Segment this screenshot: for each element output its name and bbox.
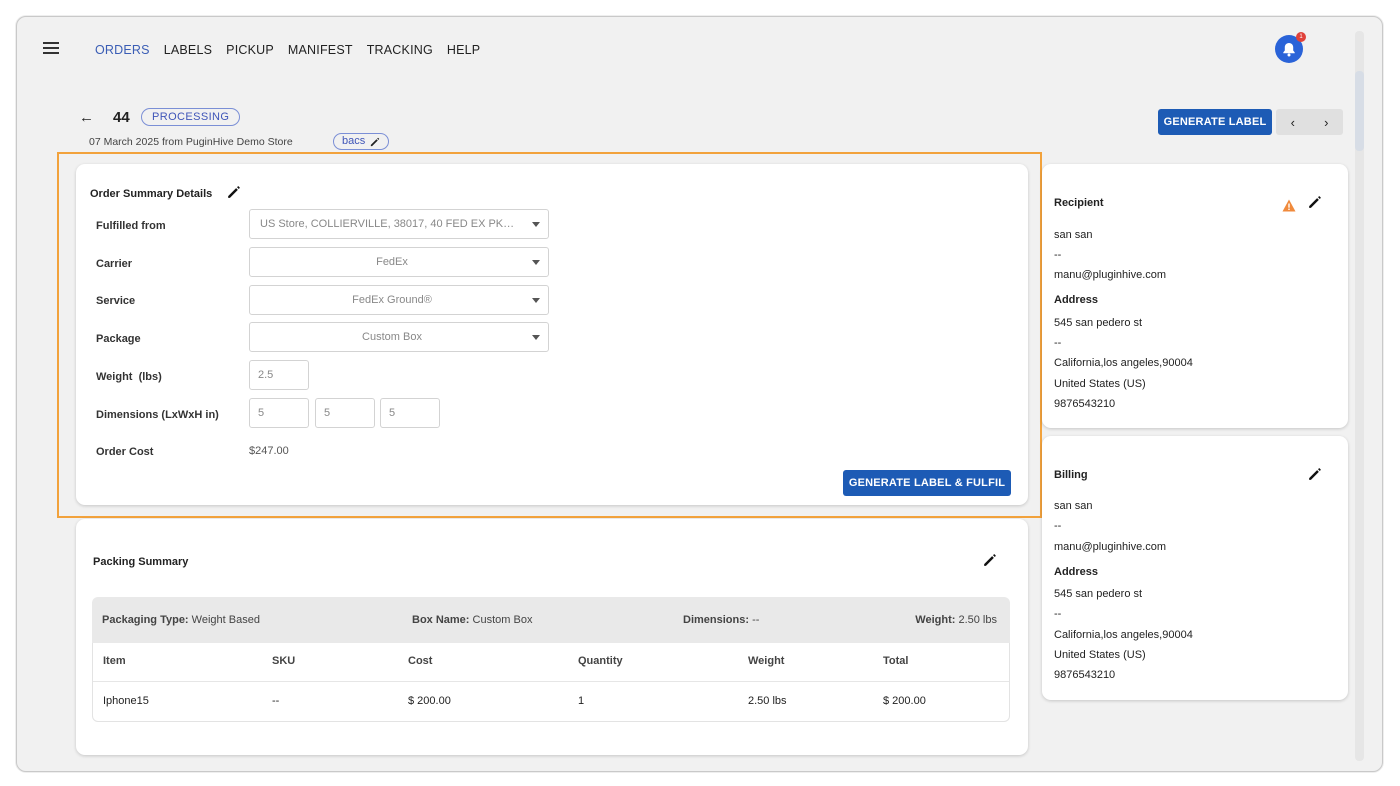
packing-summary-title: Packing Summary [93, 556, 189, 568]
carrier-value: FedEx [376, 256, 408, 268]
chevron-down-icon [532, 260, 540, 265]
package-dimensions: Dimensions: -- [683, 614, 760, 626]
column-header-weight: Weight [748, 655, 785, 667]
edit-recipient-icon[interactable] [1308, 195, 1322, 209]
billing-email: manu@pluginhive.com [1054, 541, 1167, 553]
column-header-sku: SKU [272, 655, 296, 667]
app-window: ORDERS LABELS PICKUP MANIFEST TRACKING H… [16, 16, 1383, 772]
order-pager: ‹ › [1276, 109, 1343, 135]
order-cost-label: Order Cost [96, 446, 154, 458]
order-subtitle: 07 March 2025 from PuginHive Demo Store [89, 136, 293, 148]
weight-label: Weight (lbs) [96, 371, 162, 383]
recipient-company: -- [1054, 249, 1062, 261]
column-header-item: Item [103, 655, 126, 667]
recipient-card: Recipient san san -- manu@pluginhive.com… [1042, 164, 1348, 428]
table-cell-cost: $ 200.00 [408, 695, 451, 707]
recipient-country: United States (US) [1054, 378, 1146, 390]
nav-help[interactable]: HELP [447, 43, 480, 57]
order-number: 44 [113, 109, 130, 126]
menu-icon[interactable] [43, 42, 59, 54]
nav-manifest[interactable]: MANIFEST [288, 43, 353, 57]
billing-address1: 545 san pedero st [1054, 588, 1143, 600]
fulfilled-from-label: Fulfilled from [96, 220, 166, 232]
package-label: Package [96, 333, 141, 345]
table-cell-total: $ 200.00 [883, 695, 926, 707]
status-badge: PROCESSING [141, 108, 241, 126]
top-nav: ORDERS LABELS PICKUP MANIFEST TRACKING H… [95, 43, 480, 57]
table-cell-item: Iphone15 [103, 695, 149, 707]
payment-method-label: bacs [342, 135, 366, 147]
table-cell-sku: -- [272, 695, 280, 707]
package-value: Custom Box [362, 331, 422, 343]
billing-phone: 9876543210 [1054, 669, 1116, 681]
table-cell-weight: 2.50 lbs [748, 695, 787, 707]
packaging-type: Packaging Type: Weight Based [102, 614, 260, 626]
billing-city-line: California,los angeles,90004 [1054, 629, 1193, 641]
packing-summary-header: Packaging Type: Weight Based Box Name: C… [92, 597, 1010, 643]
generate-label-button[interactable]: GENERATE LABEL [1158, 109, 1272, 135]
fulfilled-from-value: US Store, COLLIERVILLE, 38017, 40 FED EX… [260, 218, 529, 230]
table-cell-quantity: 1 [578, 695, 585, 707]
packing-summary-card: Packing Summary Packaging Type: Weight B… [76, 519, 1028, 755]
column-header-quantity: Quantity [578, 655, 623, 667]
recipient-title: Recipient [1054, 197, 1104, 209]
recipient-address2: -- [1054, 337, 1062, 349]
back-arrow-icon[interactable]: ← [79, 109, 94, 126]
length-input[interactable] [249, 398, 309, 428]
generate-label-fulfil-button[interactable]: GENERATE LABEL & FULFIL [843, 470, 1011, 496]
chevron-down-icon [532, 298, 540, 303]
scrollbar[interactable] [1355, 31, 1364, 761]
order-cost-value: $247.00 [249, 445, 289, 457]
nav-tracking[interactable]: TRACKING [367, 43, 433, 57]
carrier-select[interactable]: FedEx [249, 247, 549, 277]
column-header-cost: Cost [408, 655, 433, 667]
recipient-name: san san [1054, 229, 1093, 241]
warning-icon[interactable] [1282, 199, 1296, 212]
order-summary-card: Order Summary Details Fulfilled from US … [76, 164, 1028, 505]
next-order-button[interactable]: › [1324, 115, 1328, 130]
payment-method-badge[interactable]: bacs [333, 133, 390, 150]
height-input[interactable] [380, 398, 440, 428]
billing-name: san san [1054, 500, 1093, 512]
recipient-address-label: Address [1054, 294, 1099, 306]
order-summary-title: Order Summary Details [90, 188, 213, 200]
service-select[interactable]: FedEx Ground® [249, 285, 549, 315]
edit-billing-icon[interactable] [1308, 467, 1322, 481]
recipient-email: manu@pluginhive.com [1054, 269, 1167, 281]
billing-card: Billing san san -- manu@pluginhive.com A… [1042, 436, 1348, 700]
recipient-phone: 9876543210 [1054, 398, 1116, 410]
width-input[interactable] [315, 398, 375, 428]
edit-order-summary-icon[interactable] [227, 185, 241, 199]
packing-items-table: Item SKU Cost Quantity Weight Total Ipho… [92, 643, 1010, 722]
nav-orders[interactable]: ORDERS [95, 43, 150, 57]
billing-title: Billing [1054, 469, 1088, 481]
carrier-label: Carrier [96, 258, 133, 270]
nav-pickup[interactable]: PICKUP [226, 43, 274, 57]
pencil-icon [371, 137, 380, 146]
billing-address2: -- [1054, 608, 1062, 620]
billing-address-label: Address [1054, 566, 1099, 578]
fulfilled-from-select[interactable]: US Store, COLLIERVILLE, 38017, 40 FED EX… [249, 209, 549, 239]
service-label: Service [96, 295, 136, 307]
notification-count-badge: 1 [1296, 32, 1306, 42]
package-select[interactable]: Custom Box [249, 322, 549, 352]
nav-labels[interactable]: LABELS [164, 43, 212, 57]
table-divider [93, 681, 1009, 682]
chevron-down-icon [532, 335, 540, 340]
recipient-address1: 545 san pedero st [1054, 317, 1143, 329]
scrollbar-thumb[interactable] [1355, 71, 1364, 151]
dimensions-label: Dimensions (LxWxH in) [96, 409, 219, 421]
recipient-city-line: California,los angeles,90004 [1054, 357, 1193, 369]
weight-input[interactable] [249, 360, 309, 390]
prev-order-button[interactable]: ‹ [1291, 115, 1295, 130]
billing-country: United States (US) [1054, 649, 1146, 661]
column-header-total: Total [883, 655, 909, 667]
package-weight: Weight: 2.50 lbs [915, 614, 997, 626]
edit-packing-summary-icon[interactable] [983, 553, 997, 567]
service-value: FedEx Ground® [352, 294, 432, 306]
billing-company: -- [1054, 520, 1062, 532]
box-name: Box Name: Custom Box [412, 614, 533, 626]
chevron-down-icon [532, 222, 540, 227]
